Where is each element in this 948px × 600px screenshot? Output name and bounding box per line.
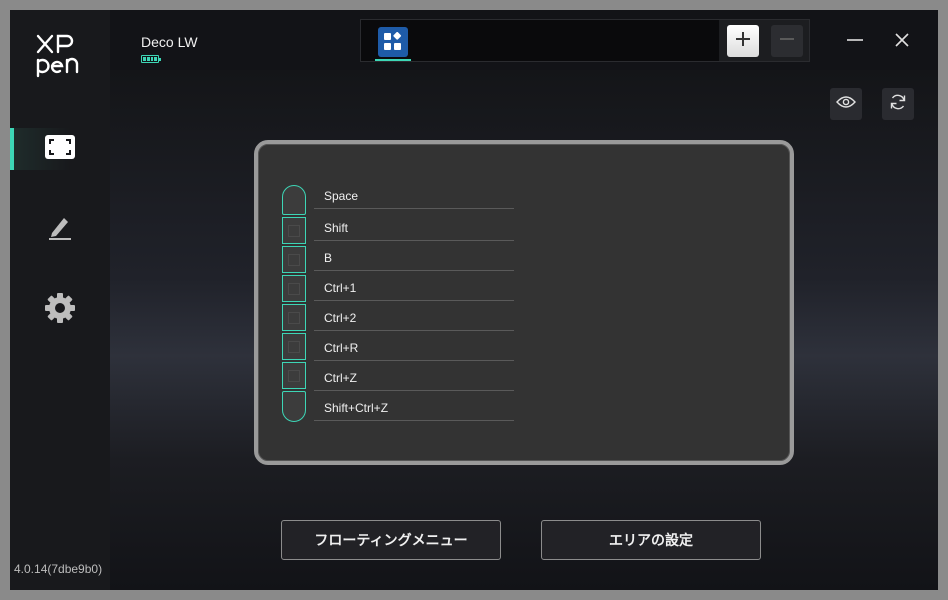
add-app-button[interactable] [727,25,759,57]
minimize-button[interactable] [845,30,865,50]
minimize-icon [845,37,865,54]
preview-button[interactable] [830,88,862,120]
remove-app-button[interactable] [771,25,803,57]
gear-icon [44,292,76,329]
plus-icon [735,31,751,52]
tablet-preview: Space Shift B Ctrl+1 Ctrl+2 Ctrl+R Ctrl+… [254,140,794,465]
express-key-label-5[interactable]: Ctrl+2 [314,305,514,331]
version-label: 4.0.14(7dbe9b0) [14,562,103,576]
express-key-8[interactable] [282,391,306,422]
express-key-3[interactable] [282,246,306,273]
express-key-label-4[interactable]: Ctrl+1 [314,275,514,301]
device-name: Deco LW [141,34,198,50]
express-key-5[interactable] [282,304,306,331]
nav-tablet-area[interactable] [10,128,110,170]
express-key-label-2[interactable]: Shift [314,215,514,241]
pen-icon [46,213,74,246]
nav-pen[interactable] [10,208,110,250]
area-settings-button[interactable]: エリアの設定 [541,520,761,560]
header: Deco LW [110,10,938,70]
app-bar-controls [719,20,809,61]
express-key-label-7[interactable]: Ctrl+Z [314,365,514,391]
nav-settings[interactable] [10,289,110,331]
express-key-label-8[interactable]: Shift+Ctrl+Z [314,395,514,421]
close-icon [892,33,912,54]
eye-icon [836,95,856,114]
app-bar [360,19,810,62]
floating-menu-button[interactable]: フローティングメニュー [281,520,501,560]
battery-icon [141,55,161,63]
express-key-6[interactable] [282,333,306,360]
app-grid-icon [378,27,408,57]
refresh-icon [889,93,907,116]
app-window: 4.0.14(7dbe9b0) Deco LW Space Shift B Ct… [10,10,938,590]
screen-area-icon [44,134,76,165]
express-key-7[interactable] [282,362,306,389]
app-tab-all-apps[interactable] [375,24,411,61]
express-key-label-3[interactable]: B [314,245,514,271]
reset-button[interactable] [882,88,914,120]
main-panel: Space Shift B Ctrl+1 Ctrl+2 Ctrl+R Ctrl+… [110,70,938,590]
express-key-label-1[interactable]: Space [314,183,514,209]
xp-pen-logo [34,32,86,78]
express-key-label-6[interactable]: Ctrl+R [314,335,514,361]
sidebar: 4.0.14(7dbe9b0) [10,10,110,590]
minus-icon [779,31,795,52]
express-key-4[interactable] [282,275,306,302]
express-key-2[interactable] [282,217,306,244]
close-button[interactable] [892,30,912,50]
express-key-1[interactable] [282,185,306,215]
